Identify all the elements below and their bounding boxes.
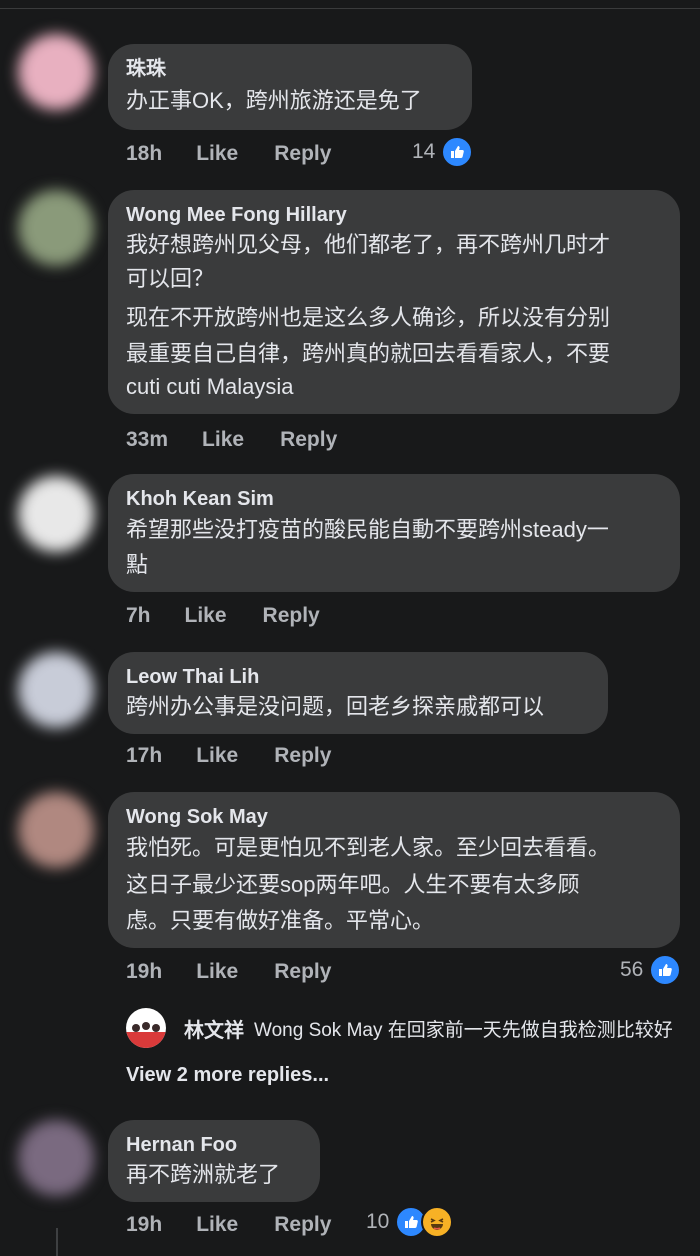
avatar[interactable] <box>18 792 94 868</box>
reaction-count[interactable]: 14 <box>412 136 474 168</box>
comment-author[interactable]: Wong Mee Fong Hillary <box>126 202 662 228</box>
reaction-count[interactable]: 10 <box>366 1206 454 1238</box>
comment-text-line: 可以回？ <box>126 266 215 291</box>
comment-author[interactable]: Hernan Foo <box>126 1132 302 1158</box>
reaction-count[interactable]: 56 <box>620 954 682 986</box>
avatar[interactable] <box>18 190 94 266</box>
comment-author[interactable]: Leow Thai Lih <box>126 664 590 690</box>
comment-text: 办正事OK，跨州旅游还是免了 <box>126 88 422 113</box>
comment-author[interactable]: 珠珠 <box>126 56 454 82</box>
comment-text-line: 现在不开放跨州也是这么多人确诊，所以没有分别 <box>126 305 611 330</box>
comment-time[interactable]: 7h <box>126 604 151 628</box>
reply-preview[interactable]: 林文祥 Wong Sok May 在回家前一天先做自我检测比较好 <box>126 1008 673 1048</box>
reply-button[interactable]: Reply <box>274 142 331 166</box>
comment-time[interactable]: 18h <box>126 142 162 166</box>
comment-time[interactable]: 19h <box>126 1213 162 1237</box>
reply-button[interactable]: Reply <box>263 604 320 628</box>
comment-text-line: 希望那些没打疫苗的酸民能自動不要跨州steady一 <box>126 517 609 542</box>
comment-author[interactable]: Khoh Kean Sim <box>126 486 662 512</box>
comment-text-line: cuti cuti Malaysia <box>126 374 294 399</box>
thread-connector <box>56 1228 58 1256</box>
haha-emoji-icon <box>421 1206 454 1238</box>
reply-button[interactable]: Reply <box>274 1213 331 1237</box>
reply-text: Wong Sok May 在回家前一天先做自我检测比较好 <box>254 1019 673 1041</box>
comment-bubble: 珠珠 办正事OK，跨州旅游还是免了 <box>108 44 472 130</box>
thumbs-up-icon <box>441 136 474 168</box>
like-button[interactable]: Like <box>196 142 238 166</box>
reply-author[interactable]: 林文祥 <box>184 1014 244 1043</box>
comment-text-line: 我怕死。可是更怕见不到老人家。至少回去看看。 <box>126 835 611 860</box>
reply-button[interactable]: Reply <box>280 428 337 452</box>
comment-text-line: 最重要自己自律，跨州真的就回去看看家人，不要 <box>126 341 611 366</box>
reply-button[interactable]: Reply <box>274 744 331 768</box>
reaction-number: 56 <box>620 958 644 981</box>
comment-text: 再不跨洲就老了 <box>126 1162 281 1187</box>
thumbs-up-icon <box>649 954 682 986</box>
comment-time[interactable]: 19h <box>126 960 162 984</box>
like-button[interactable]: Like <box>202 428 244 452</box>
like-button[interactable]: Like <box>196 744 238 768</box>
like-button[interactable]: Like <box>185 604 227 628</box>
comment-bubble: Hernan Foo 再不跨洲就老了 <box>108 1120 320 1202</box>
comment-time[interactable]: 17h <box>126 744 162 768</box>
comment-text-line: 點 <box>126 552 149 577</box>
comment-author[interactable]: Wong Sok May <box>126 804 662 830</box>
avatar[interactable] <box>126 1008 166 1048</box>
top-divider <box>0 8 700 9</box>
avatar[interactable] <box>18 476 94 552</box>
reply-button[interactable]: Reply <box>274 960 331 984</box>
comment-bubble: Leow Thai Lih 跨州办公事是没问题，回老乡探亲戚都可以 <box>108 652 608 734</box>
comment-bubble: Wong Sok May 我怕死。可是更怕见不到老人家。至少回去看看。 这日子最… <box>108 792 680 948</box>
reaction-number: 14 <box>412 140 436 163</box>
comment-text-line: 这日子最少还要sop两年吧。人生不要有太多顾 <box>126 872 580 897</box>
comment-text: 跨州办公事是没问题，回老乡探亲戚都可以 <box>126 694 545 719</box>
comment-bubble: Wong Mee Fong Hillary 我好想跨州见父母，他们都老了，再不跨… <box>108 190 680 414</box>
view-more-replies-link[interactable]: View 2 more replies... <box>126 1064 329 1087</box>
avatar[interactable] <box>18 1120 94 1196</box>
like-button[interactable]: Like <box>196 960 238 984</box>
avatar[interactable] <box>18 34 94 110</box>
comment-text-line: 虑。只要有做好准备。平常心。 <box>126 908 435 933</box>
comment-bubble: Khoh Kean Sim 希望那些没打疫苗的酸民能自動不要跨州steady一 … <box>108 474 680 592</box>
comment-text-line: 我好想跨州见父母，他们都老了，再不跨州几时才 <box>126 232 611 257</box>
reaction-number: 10 <box>366 1210 390 1233</box>
comment-time[interactable]: 33m <box>126 428 168 452</box>
like-button[interactable]: Like <box>196 1213 238 1237</box>
avatar[interactable] <box>18 652 94 728</box>
